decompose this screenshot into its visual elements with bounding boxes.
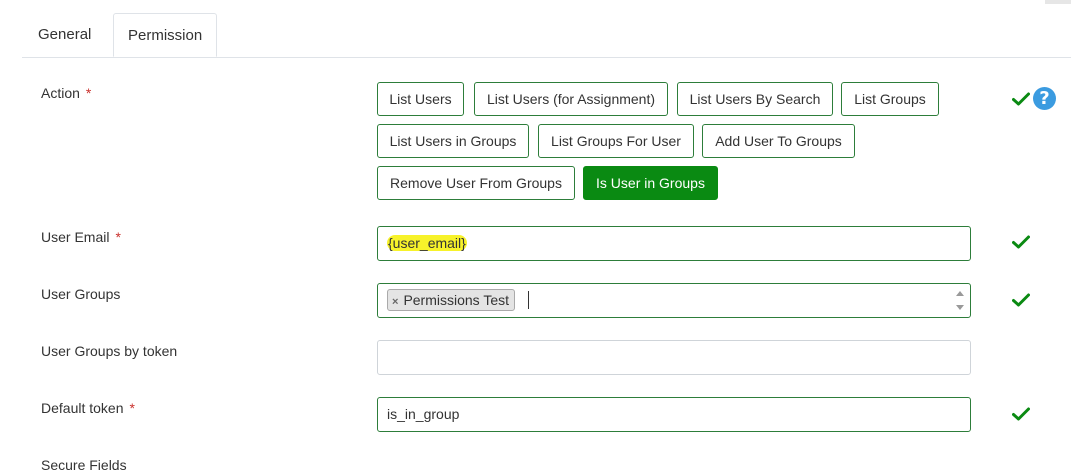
user-email-input[interactable]: {user_email} <box>377 226 971 261</box>
user-groups-label: User Groups <box>41 286 120 302</box>
secure-fields-label-text: Secure Fields <box>41 457 127 473</box>
text-caret <box>528 291 529 309</box>
check-icon <box>1012 235 1030 249</box>
spinner-down-icon[interactable] <box>956 305 964 310</box>
required-mark: * <box>129 400 135 416</box>
user-groups-token-input[interactable] <box>377 340 971 375</box>
default-token-input[interactable]: is_in_group <box>377 397 971 432</box>
user-groups-token-label: User Groups by token <box>41 343 177 359</box>
action-remove-user-from-groups-button[interactable]: Remove User From Groups <box>377 166 575 200</box>
check-icon <box>1012 293 1030 307</box>
tag-chip: × Permissions Test <box>387 289 515 311</box>
action-add-user-to-groups-button[interactable]: Add User To Groups <box>702 124 855 158</box>
tab-bar: General Permission <box>22 13 1071 58</box>
secure-fields-label: Secure Fields <box>41 457 127 473</box>
tag-remove-icon[interactable]: × <box>392 296 398 308</box>
user-email-label: User Email * <box>41 229 121 245</box>
check-icon <box>1012 407 1030 421</box>
user-groups-token-label-text: User Groups by token <box>41 343 178 359</box>
default-token-value: is_in_group <box>387 406 460 422</box>
action-is-user-in-groups-button[interactable]: Is User in Groups <box>583 166 718 200</box>
required-mark: * <box>85 85 92 101</box>
tag-label: Permissions Test <box>403 292 509 308</box>
default-token-label-text: Default token <box>41 400 124 416</box>
tab-permission[interactable]: Permission <box>113 13 218 57</box>
spinner-up-icon[interactable] <box>956 291 964 296</box>
action-list-users-by-search-button[interactable]: List Users By Search <box>677 82 833 116</box>
action-list-groups-button[interactable]: List Groups <box>841 82 939 116</box>
required-mark: * <box>115 229 121 245</box>
action-label-text: Action <box>41 85 80 101</box>
default-token-label: Default token * <box>41 400 135 416</box>
scroll-spinner[interactable] <box>954 287 967 314</box>
user-groups-label-text: User Groups <box>41 286 121 302</box>
check-icon <box>1012 92 1030 106</box>
user-groups-tag-input[interactable]: × Permissions Test <box>377 283 971 318</box>
tab-general[interactable]: General <box>38 13 91 57</box>
user-email-value: {user_email} <box>387 235 467 251</box>
action-list-groups-for-user-button[interactable]: List Groups For User <box>538 124 694 158</box>
action-list-users-in-groups-button[interactable]: List Users in Groups <box>377 124 529 158</box>
help-icon[interactable]: ? <box>1033 87 1056 110</box>
action-list-users-button[interactable]: List Users <box>377 82 464 116</box>
window-corner-shadow <box>1045 0 1071 4</box>
action-label: Action * <box>41 85 91 101</box>
user-email-label-text: User Email <box>41 229 110 245</box>
action-list-users-assignment-button[interactable]: List Users (for Assignment) <box>474 82 668 116</box>
